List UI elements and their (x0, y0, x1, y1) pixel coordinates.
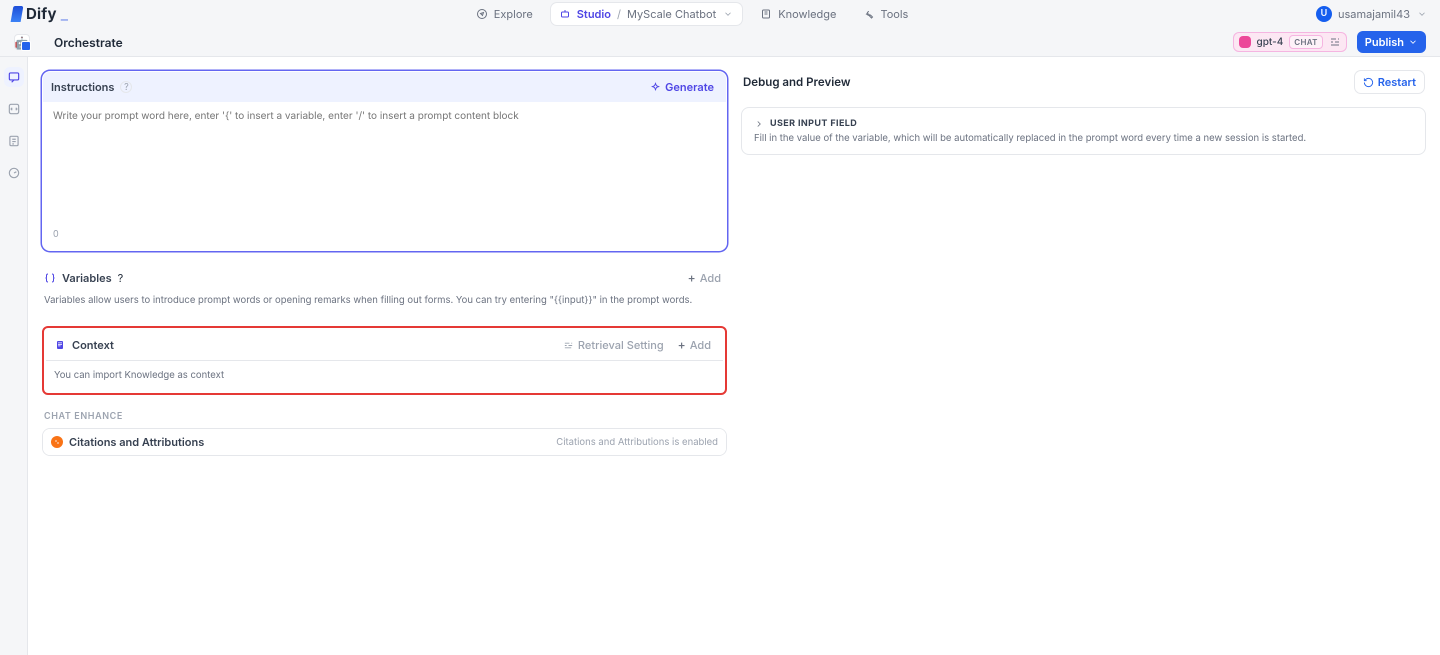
nav-studio[interactable]: Studio / MyScale Chatbot (551, 3, 742, 25)
instructions-card: Instructions ? Generate 0 (42, 71, 727, 251)
publish-button[interactable]: Publish (1357, 31, 1426, 53)
page-title: Orchestrate (40, 35, 123, 50)
context-card: Context Retrieval Setting + Add You can … (46, 330, 723, 391)
retrieval-setting-button[interactable]: Retrieval Setting (559, 336, 668, 354)
user-input-desc: Fill in the value of the variable, which… (754, 133, 1413, 144)
context-highlight: Context Retrieval Setting + Add You can … (42, 326, 727, 395)
variables-add-label: Add (700, 271, 721, 285)
nav-studio-label: Studio (577, 7, 611, 21)
user-input-card[interactable]: USER INPUT FIELD Fill in the value of th… (741, 107, 1426, 155)
attribution-icon (51, 436, 63, 448)
model-brand-icon (1239, 36, 1251, 48)
variables-label: Variables (62, 271, 112, 285)
braces-icon (44, 272, 56, 284)
citations-card[interactable]: Citations and Attributions Citations and… (42, 428, 727, 456)
brand-logo-icon (11, 6, 24, 22)
nav-explore[interactable]: Explore (468, 3, 541, 25)
nav-tools-label: Tools (880, 7, 908, 21)
sparkle-icon (650, 82, 661, 93)
book-icon (760, 8, 772, 20)
help-icon[interactable]: ? (118, 271, 124, 285)
chat-enhance-section: CHAT ENHANCE Citations and Attributions … (42, 409, 727, 456)
variables-add-button[interactable]: + Add (684, 269, 725, 287)
left-rail (0, 57, 28, 655)
sliders-icon (1329, 36, 1341, 48)
retrieval-setting-label: Retrieval Setting (578, 338, 664, 352)
help-icon[interactable]: ? (120, 81, 132, 93)
char-counter: 0 (51, 229, 718, 240)
preview-title: Debug and Preview (743, 75, 850, 89)
nav-knowledge-label: Knowledge (778, 7, 836, 21)
citations-label: Citations and Attributions (69, 435, 204, 449)
generate-button[interactable]: Generate (646, 78, 718, 96)
context-desc: You can import Knowledge as context (54, 370, 224, 381)
instructions-label: Instructions (51, 80, 114, 94)
document-icon (54, 339, 66, 351)
robot-icon (559, 8, 571, 20)
sliders-icon (563, 340, 574, 351)
model-selector[interactable]: gpt-4 CHAT (1233, 32, 1347, 52)
instructions-input[interactable] (51, 108, 718, 226)
chat-enhance-heading: CHAT ENHANCE (42, 409, 727, 424)
context-add-button[interactable]: + Add (674, 336, 715, 354)
nav-tools[interactable]: Tools (854, 3, 916, 25)
rail-item-overview[interactable] (4, 163, 24, 183)
rail-item-logs[interactable] (4, 131, 24, 151)
chevron-right-icon (754, 119, 764, 129)
model-name: gpt-4 (1257, 36, 1284, 48)
variables-section: Variables ? + Add Variables allow users … (42, 265, 727, 312)
variables-desc: Variables allow users to introduce promp… (42, 291, 727, 312)
brand-cursor-icon: _ (61, 4, 68, 23)
publish-label: Publish (1365, 35, 1404, 49)
citations-status: Citations and Attributions is enabled (556, 437, 718, 448)
brand: Dify_ (12, 4, 68, 23)
user-name: usamajamil43 (1338, 7, 1410, 21)
model-badge: CHAT (1289, 35, 1322, 49)
user-avatar[interactable]: U (1316, 6, 1332, 22)
nav-knowledge[interactable]: Knowledge (752, 3, 844, 25)
brand-name: Dify (26, 4, 57, 23)
user-initial: U (1321, 8, 1328, 19)
chevron-down-icon (722, 8, 734, 20)
rail-item-chat[interactable] (4, 67, 24, 87)
restart-button[interactable]: Restart (1355, 71, 1424, 93)
app-icon: 🤖 (14, 34, 30, 50)
compass-icon (476, 8, 488, 20)
generate-label: Generate (665, 80, 714, 94)
refresh-icon (1363, 77, 1374, 88)
chevron-down-icon[interactable] (1416, 8, 1428, 20)
wrench-icon (862, 8, 874, 20)
rail-item-api[interactable] (4, 99, 24, 119)
nav-chatbot-name: MyScale Chatbot (627, 7, 716, 21)
chevron-down-icon (1408, 37, 1418, 47)
user-input-heading: USER INPUT FIELD (770, 118, 857, 129)
restart-label: Restart (1378, 75, 1416, 89)
nav-explore-label: Explore (494, 7, 533, 21)
context-add-label: Add (690, 338, 711, 352)
context-label: Context (72, 338, 114, 352)
